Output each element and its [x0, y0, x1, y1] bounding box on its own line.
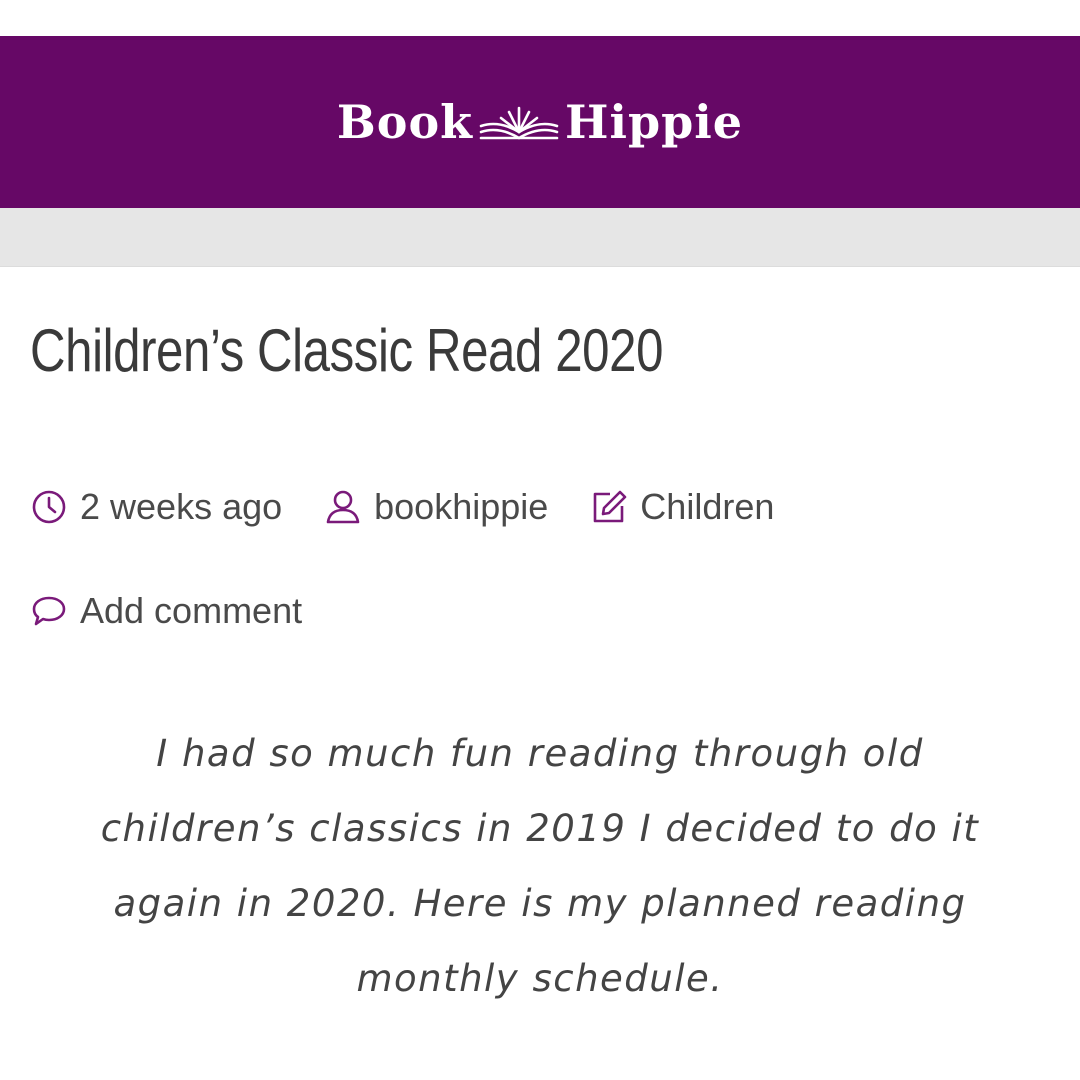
- intro-line: monthly schedule.: [356, 957, 724, 1000]
- post-author-text: bookhippie: [374, 486, 549, 527]
- open-book-icon: [479, 106, 559, 140]
- nav-subbar: [0, 208, 1080, 267]
- add-comment-link[interactable]: Add comment: [30, 592, 302, 630]
- intro-line: again in 2020. Here is my planned readin…: [113, 882, 967, 925]
- logo-text-book: Book: [336, 95, 474, 149]
- user-icon: [326, 490, 360, 524]
- clock-icon: [32, 490, 66, 524]
- site-logo-link[interactable]: Book Hippie: [337, 99, 743, 145]
- add-comment-text: Add comment: [80, 590, 303, 631]
- post-category-text: Children: [640, 486, 775, 527]
- comment-icon: [32, 596, 66, 626]
- post-intro: I had so much fun reading through old ch…: [20, 716, 1060, 1016]
- post-time: 2 weeks ago: [30, 488, 282, 526]
- post-comments: Add comment: [30, 592, 344, 630]
- post-category-link[interactable]: Children: [590, 488, 774, 526]
- intro-line: children’s classics in 2019 I decided to…: [100, 807, 980, 850]
- logo-text-hippie: Hippie: [565, 95, 744, 149]
- post-title: Children’s Classic Read 2020: [30, 317, 664, 384]
- post-meta: 2 weeks ago bookhippie Children: [30, 488, 816, 526]
- post-time-text: 2 weeks ago: [80, 486, 283, 527]
- edit-icon: [593, 490, 627, 523]
- site-header: Book Hippie: [0, 36, 1080, 208]
- post-author-link[interactable]: bookhippie: [324, 488, 548, 526]
- top-strip: [0, 0, 1080, 36]
- intro-line: I had so much fun reading through old: [156, 732, 924, 775]
